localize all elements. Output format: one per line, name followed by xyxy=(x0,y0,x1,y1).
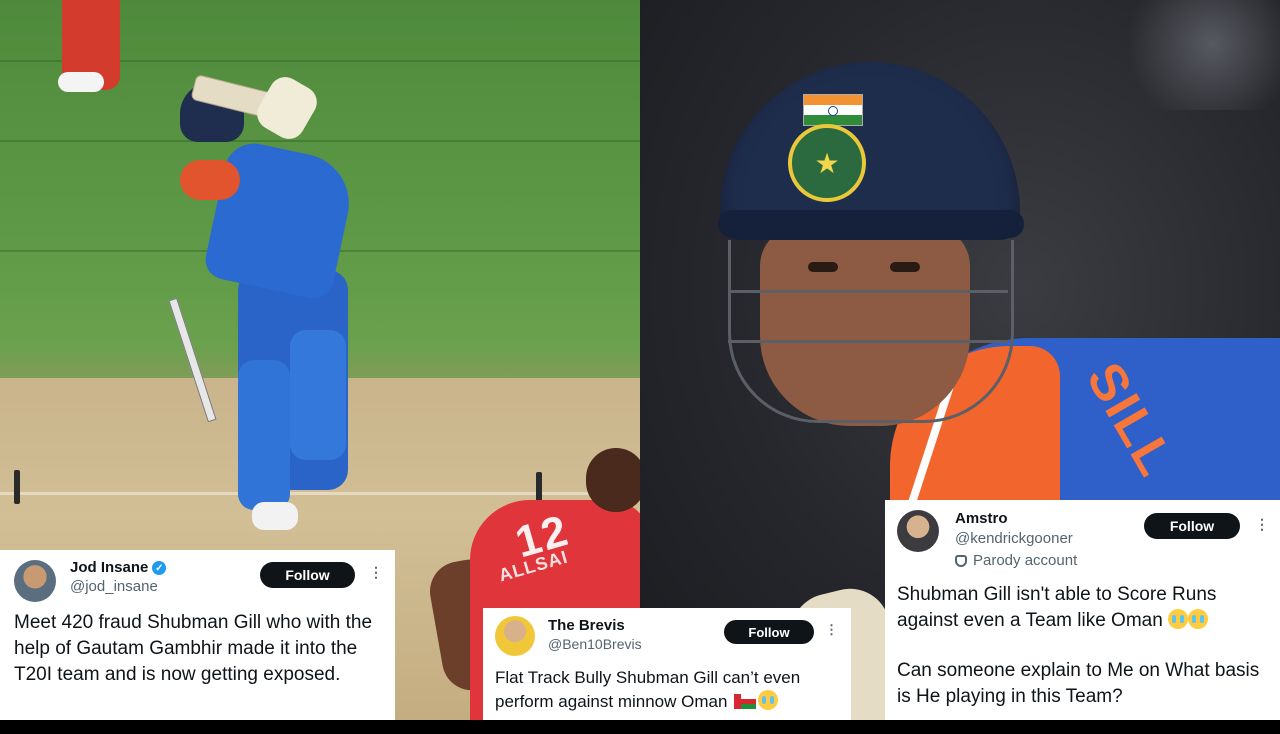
fielder-shoe xyxy=(58,72,104,92)
tweet-text: Flat Track Bully Shubman Gill can’t even… xyxy=(495,666,845,714)
tweet-text: Shubman Gill isn't able to Score Runs ag… xyxy=(897,582,1267,734)
tweet-paragraph: Can someone explain to Me on What basis … xyxy=(897,660,1260,707)
parody-label-text: Parody account xyxy=(973,552,1078,569)
follow-button[interactable]: Follow xyxy=(724,620,814,644)
tweet-paragraph: Shubman Gill isn't able to Score Runs ag… xyxy=(897,582,1267,634)
batsman-shoulder xyxy=(180,160,240,200)
tweet-text: Meet 420 fraud Shubman Gill who with the… xyxy=(14,612,373,685)
display-name[interactable]: Amstro xyxy=(955,510,1008,527)
verified-badge-icon: ✓ xyxy=(152,561,167,576)
grille-bar xyxy=(728,340,1008,343)
follow-button[interactable]: Follow xyxy=(1144,513,1240,539)
avatar[interactable] xyxy=(14,560,56,602)
oman-flag-icon xyxy=(734,694,757,709)
bcci-crest-icon: ★ xyxy=(788,124,866,202)
batsman-pad xyxy=(238,360,290,510)
avatar[interactable] xyxy=(495,616,535,656)
display-name-text: Jod Insane xyxy=(70,559,149,576)
more-options-icon[interactable]: ⋮ xyxy=(825,622,838,638)
turf-stripe xyxy=(0,140,640,142)
helmet-grille xyxy=(728,240,1014,423)
loudly-crying-face-icon xyxy=(1188,609,1209,629)
follow-button[interactable]: Follow xyxy=(260,562,355,588)
avatar[interactable] xyxy=(897,510,939,552)
crease-line xyxy=(0,492,640,495)
tweet-card: The Brevis @Ben10Brevis Follow ⋮ Flat Tr… xyxy=(483,608,851,720)
batting-glove xyxy=(251,71,323,145)
display-name[interactable]: The Brevis xyxy=(548,617,625,634)
display-name[interactable]: Jod Insane ✓ xyxy=(70,559,167,576)
india-flag-icon xyxy=(803,94,863,126)
user-handle[interactable]: @kendrickgooner xyxy=(955,530,1073,547)
loudly-crying-face-icon xyxy=(758,690,779,710)
user-handle[interactable]: @jod_insane xyxy=(70,578,158,595)
tweet-card: Amstro @kendrickgooner Parody account Fo… xyxy=(885,500,1280,720)
helmet-brim xyxy=(718,210,1024,238)
bowler-head xyxy=(586,448,640,512)
more-options-icon[interactable]: ⋮ xyxy=(369,564,383,581)
batsman-pad xyxy=(290,330,346,460)
parody-account-label: Parody account xyxy=(955,552,1077,569)
batsman-shoe xyxy=(252,502,298,530)
more-options-icon[interactable]: ⋮ xyxy=(1255,516,1269,533)
background-light xyxy=(1110,0,1280,110)
tweet-card: Jod Insane ✓ @jod_insane Follow ⋮ Meet 42… xyxy=(0,550,395,720)
grille-bar xyxy=(728,290,1008,293)
loudly-crying-face-icon xyxy=(1168,609,1189,629)
user-handle[interactable]: @Ben10Brevis xyxy=(548,636,642,652)
stump xyxy=(14,470,20,504)
parody-mask-icon xyxy=(955,555,967,567)
